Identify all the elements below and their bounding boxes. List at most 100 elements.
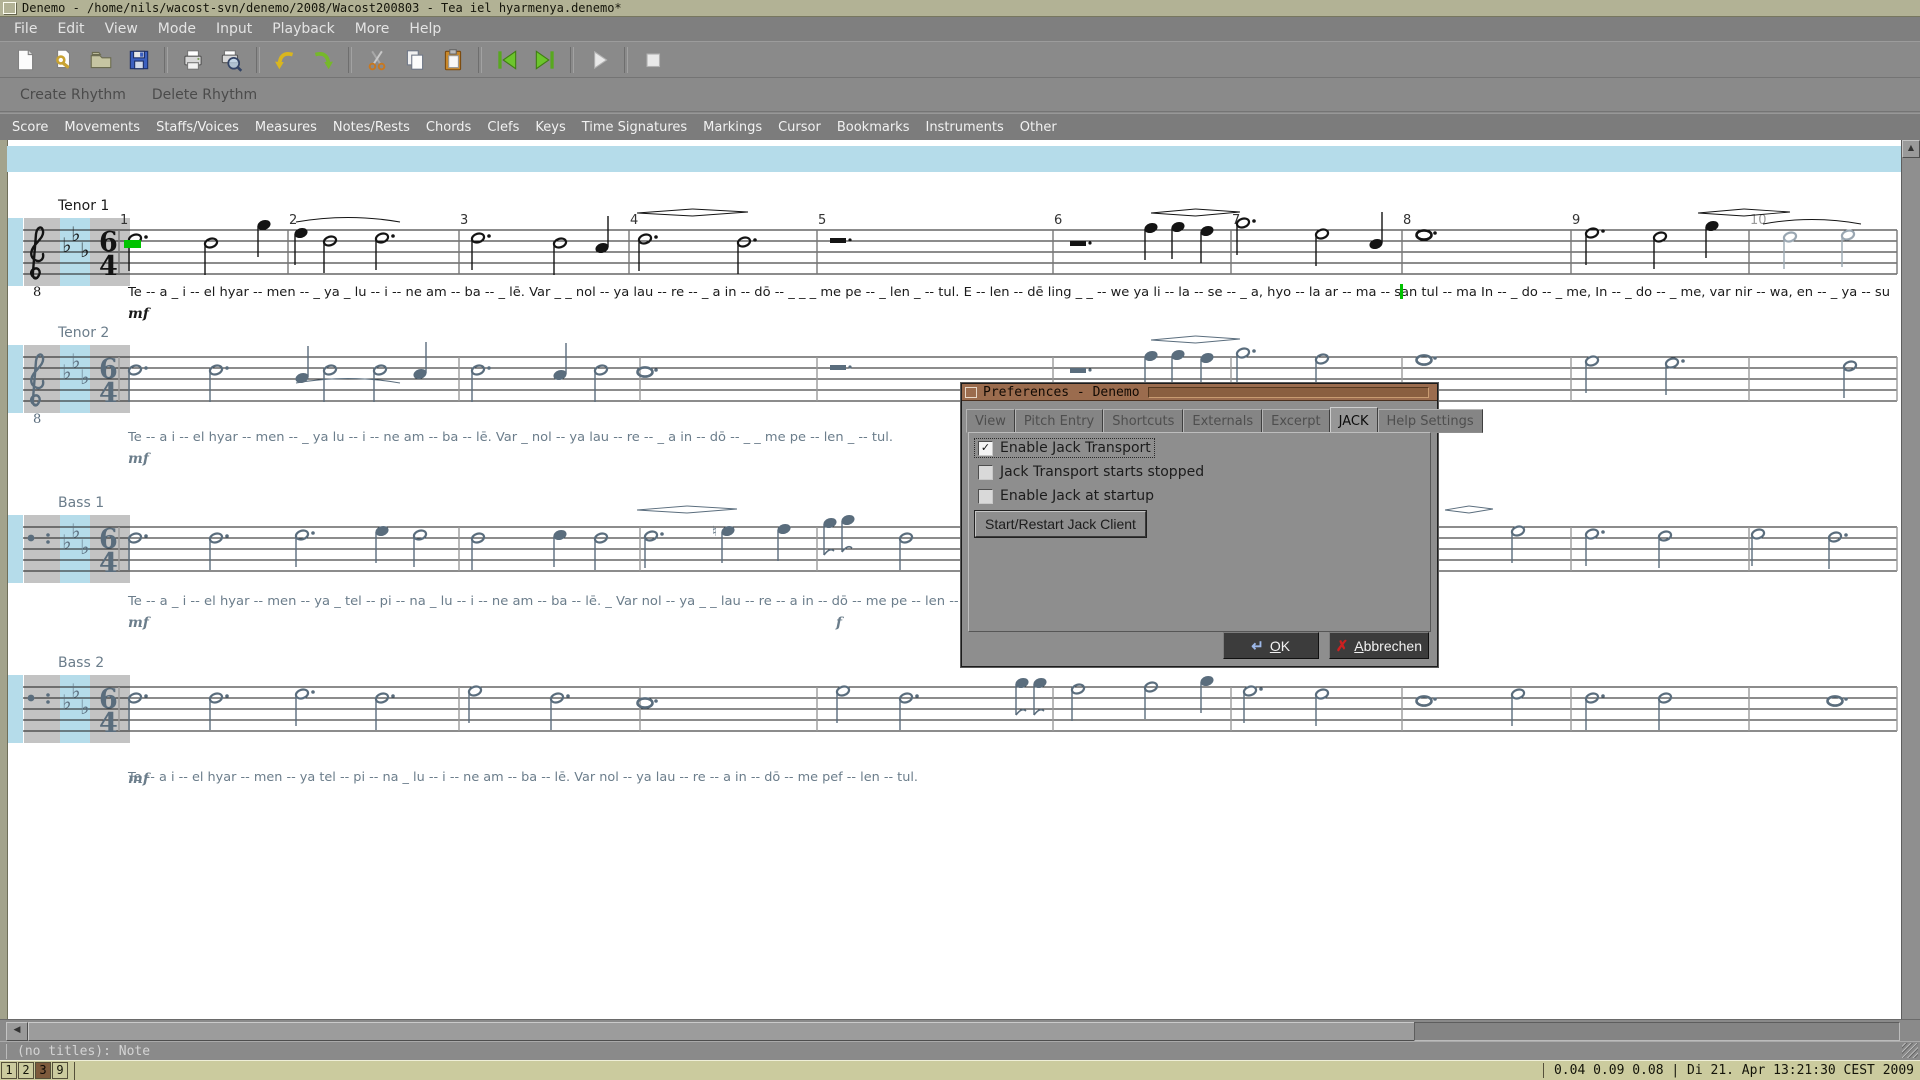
note[interactable] [471,364,491,402]
note[interactable] [553,529,567,567]
note[interactable] [295,346,309,384]
checkbox-unchecked-icon[interactable] [978,489,993,504]
note[interactable] [1828,696,1848,705]
score-menu-notes-rests[interactable]: Notes/Rests [325,118,418,137]
score-menu-markings[interactable]: Markings [695,118,770,137]
horizontal-scroll-thumb[interactable] [28,1022,1416,1041]
tab-view[interactable]: View [966,409,1015,433]
note[interactable] [468,685,482,723]
note[interactable] [1071,683,1085,721]
tab-shortcuts[interactable]: Shortcuts [1103,409,1183,433]
scroll-left-icon[interactable]: ◀ [6,1022,28,1041]
note[interactable] [413,529,427,567]
menu-edit[interactable]: Edit [47,19,94,39]
note[interactable] [737,236,757,274]
scroll-up-icon[interactable]: ▲ [1902,140,1920,158]
score-menu-other[interactable]: Other [1012,118,1065,137]
lyrics-line[interactable]: Te -- a i -- el hyar -- men -- _ ya lu -… [127,429,893,444]
note[interactable] [1585,355,1599,393]
score-menu-score[interactable]: Score [4,118,56,137]
redo-button[interactable] [306,45,340,75]
undo-button[interactable] [268,45,302,75]
note[interactable] [1070,368,1092,373]
note[interactable] [836,685,850,723]
copy-button[interactable] [398,45,432,75]
play-button[interactable] [582,45,616,75]
checkbox-row[interactable]: Enable Jack at startup [975,487,1157,505]
note[interactable] [1070,241,1092,246]
go-to-start-button[interactable] [490,45,524,75]
save-button[interactable] [122,45,156,75]
menu-input[interactable]: Input [206,19,262,39]
note[interactable] [1315,228,1329,266]
cut-button[interactable] [360,45,394,75]
delete-rhythm-button[interactable]: Delete Rhythm [152,87,257,103]
horizontal-scrollbar[interactable]: ◀ [0,1019,1920,1041]
lyrics-line[interactable]: Te -- a _ i -- el hyar -- men -- ya _ te… [127,593,968,608]
workspace-9[interactable]: 9 [52,1062,68,1079]
note[interactable] [1200,675,1214,713]
paste-button[interactable] [436,45,470,75]
tab-externals[interactable]: Externals [1183,409,1262,433]
score-menu-measures[interactable]: Measures [247,118,325,137]
note[interactable] [1841,229,1855,267]
create-rhythm-button[interactable]: Create Rhythm [20,87,126,103]
open-folder-button[interactable] [84,45,118,75]
score-menu-clefs[interactable]: Clefs [479,118,527,137]
stop-button[interactable] [636,45,670,75]
note[interactable] [1243,685,1263,723]
start-restart-jack-button[interactable]: Start/Restart Jack Client [975,511,1146,537]
workspace-2[interactable]: 2 [18,1062,34,1079]
resize-grip-icon[interactable] [1902,1043,1918,1058]
tab-jack[interactable]: JACK [1330,407,1378,433]
menu-help[interactable]: Help [399,19,451,39]
note[interactable] [257,219,271,257]
note[interactable]: ♮ [712,524,735,563]
workspace-1[interactable]: 1 [1,1062,17,1079]
checkbox-row[interactable]: ✓Enable Jack Transport [975,439,1154,457]
note[interactable] [209,364,229,402]
checkbox-unchecked-icon[interactable] [978,465,993,480]
score-menu-staffs-voices[interactable]: Staffs/Voices [148,118,247,137]
score-menu-bookmarks[interactable]: Bookmarks [829,118,918,137]
note[interactable] [595,216,609,254]
note[interactable] [1171,221,1185,259]
print-button[interactable] [176,45,210,75]
note[interactable] [1417,230,1437,239]
dialog-titlebar[interactable]: Preferences - Denemo [962,384,1437,401]
score-menu-movements[interactable]: Movements [56,118,148,137]
tab-pitch-entry[interactable]: Pitch Entry [1015,409,1103,433]
note[interactable] [1665,357,1685,395]
horizontal-scroll-track[interactable] [1414,1022,1900,1041]
note[interactable] [1369,212,1383,250]
checkbox-row[interactable]: Jack Transport starts stopped [975,463,1207,481]
new-document-button[interactable] [8,45,42,75]
vertical-scrollbar[interactable]: ▲ [1901,140,1920,1019]
note[interactable] [1828,531,1848,569]
score-menu-instruments[interactable]: Instruments [917,118,1011,137]
score-canvas[interactable]: 123456789108♭♭♭64Tenor 1Te -- a _ i -- e… [0,140,1920,1019]
note[interactable] [553,237,567,275]
note[interactable] [295,529,315,567]
note[interactable] [413,342,427,380]
note[interactable] [553,343,567,381]
dialog-menu-icon[interactable] [965,387,977,398]
go-to-end-button[interactable] [528,45,562,75]
note[interactable] [204,237,218,275]
note[interactable] [1417,696,1437,705]
workspace-3[interactable]: 3 [35,1062,51,1079]
document-properties-button[interactable] [46,45,80,75]
note[interactable] [128,364,148,402]
menu-mode[interactable]: Mode [148,19,206,39]
window-titlebar[interactable]: Denemo - /home/nils/wacost-svn/denemo/20… [0,0,1920,17]
menu-more[interactable]: More [345,19,400,39]
note[interactable] [471,232,491,270]
cancel-button[interactable]: ✗ Abbrechen [1329,632,1429,659]
checkbox-checked-icon[interactable]: ✓ [978,441,993,456]
tab-help-settings[interactable]: Help Settings [1378,409,1483,433]
note[interactable] [777,523,791,561]
ok-button[interactable]: ↵ OK [1223,632,1319,659]
note[interactable] [841,514,855,552]
menu-playback[interactable]: Playback [262,19,344,39]
menu-file[interactable]: File [4,19,47,39]
